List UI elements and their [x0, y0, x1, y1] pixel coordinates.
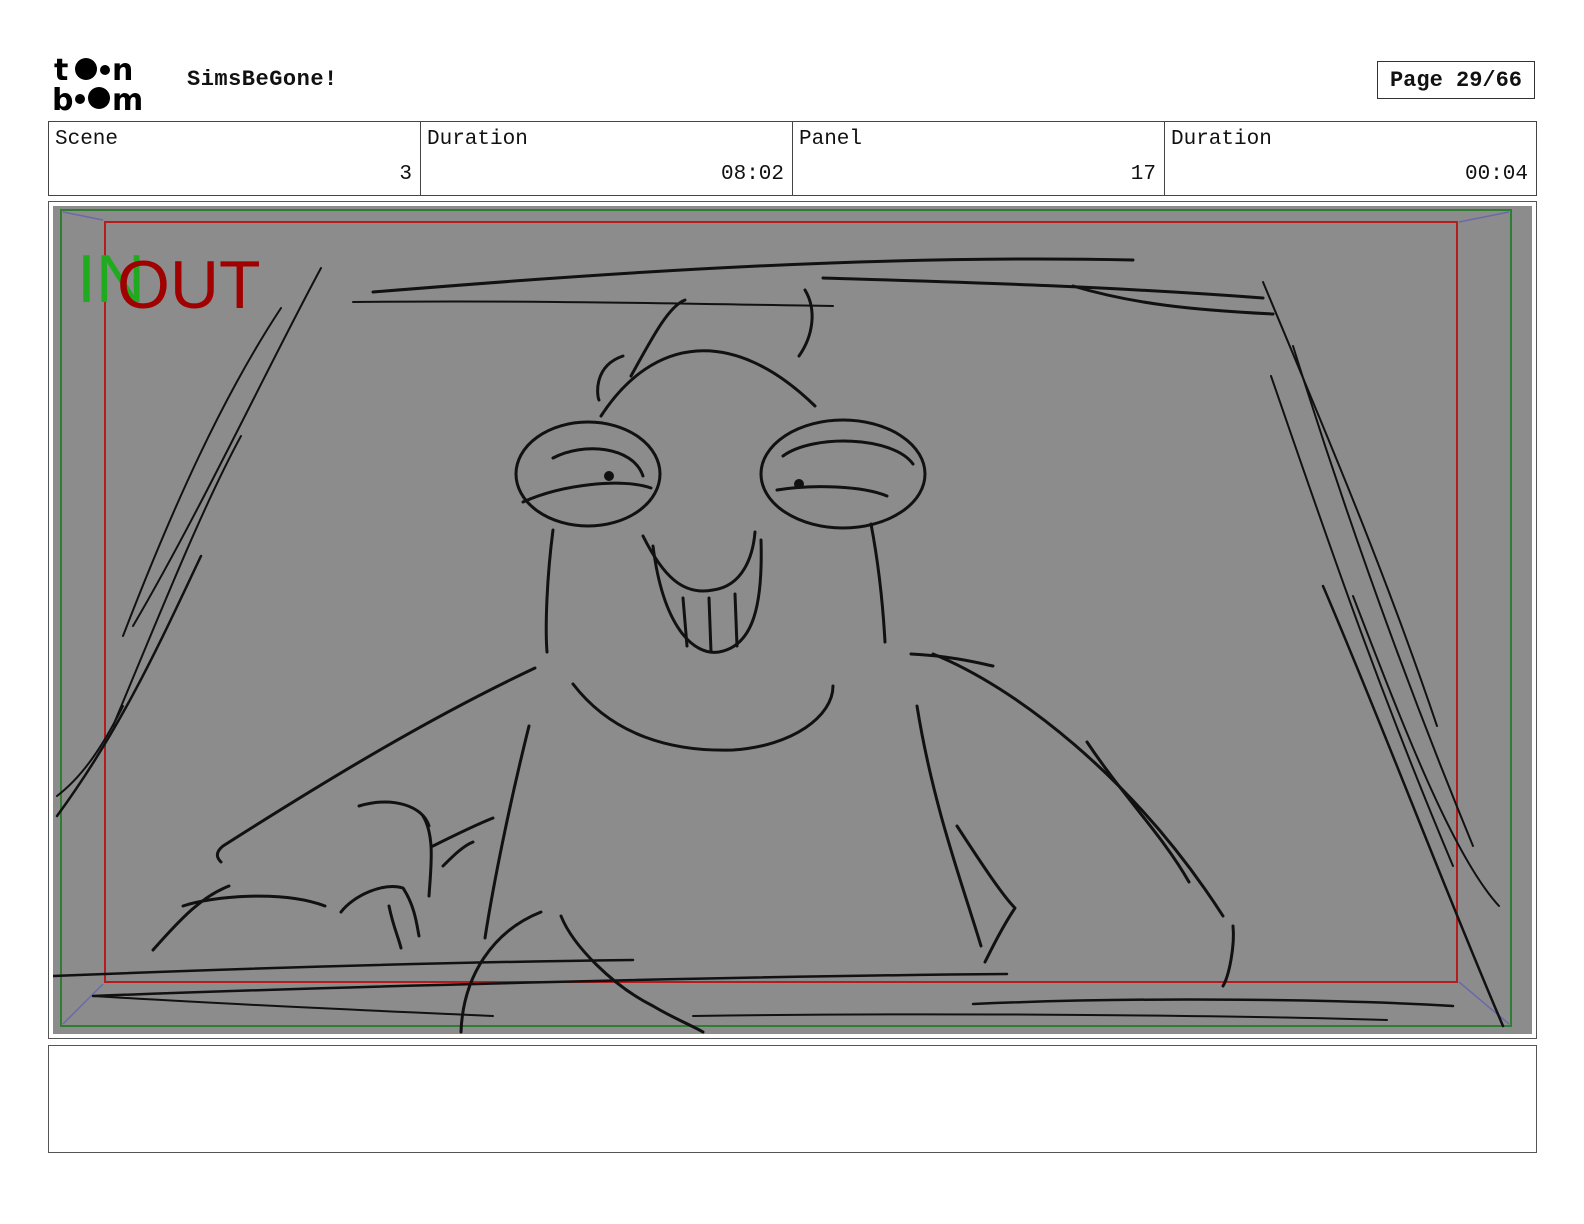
scene-duration-value: 08:02 — [720, 163, 784, 186]
panel-background — [53, 206, 1532, 1034]
panel-duration-value: 00:04 — [1464, 163, 1528, 186]
svg-text:b: b — [52, 83, 73, 112]
out-marker: OUT — [117, 247, 261, 323]
svg-text:m: m — [112, 83, 143, 112]
toon-boom-logo: t n b m — [52, 52, 164, 118]
scene-value: 3 — [399, 163, 412, 186]
scene-duration-cell: Duration 08:02 — [421, 122, 793, 195]
panel-value: 17 — [1130, 163, 1156, 186]
page-indicator: Page 29/66 — [1377, 61, 1535, 99]
panel-duration-cell: Duration 00:04 — [1165, 122, 1536, 195]
panel-info-row: Scene 3 Duration 08:02 Panel 17 Duration… — [48, 121, 1537, 196]
scene-label: Scene — [55, 128, 119, 151]
panel-duration-label: Duration — [1171, 128, 1272, 151]
page-label: Page 29/66 — [1389, 67, 1523, 93]
storyboard-panel: IN OUT — [48, 201, 1537, 1039]
project-title: SimsBeGone! — [187, 67, 338, 92]
scene-duration-label: Duration — [427, 128, 528, 151]
panel-cell: Panel 17 — [793, 122, 1165, 195]
panel-notes — [48, 1045, 1537, 1153]
scene-cell: Scene 3 — [49, 122, 421, 195]
panel-sketch: IN OUT — [53, 206, 1532, 1034]
panel-label: Panel — [799, 128, 863, 151]
